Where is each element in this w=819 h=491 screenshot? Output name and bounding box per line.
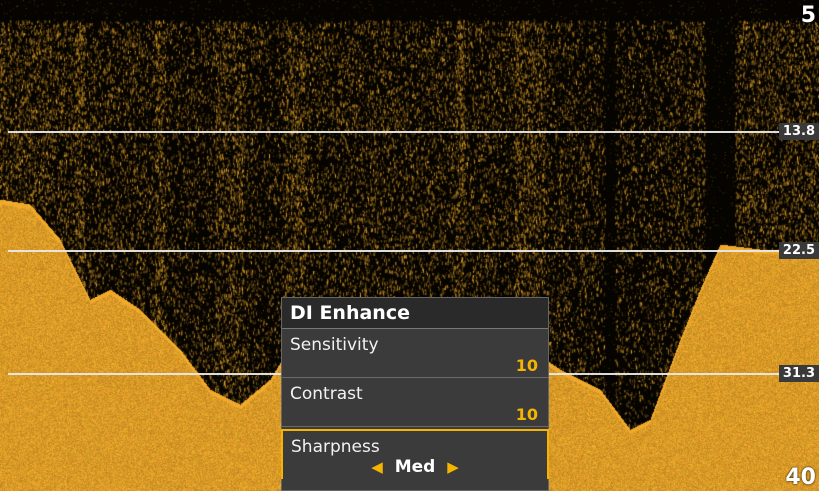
depth-range-bottom: 40 (785, 465, 816, 490)
sonar-display: 5 13.8 22.5 31.3 40 DI Enhance Sensitivi… (0, 0, 819, 491)
depth-gridline (8, 131, 783, 133)
depth-label: 22.5 (778, 242, 819, 259)
menu-item-sharpness[interactable]: Sharpness ◀ Med ▶ (281, 429, 549, 479)
left-arrow-icon[interactable]: ◀ (371, 458, 383, 476)
depth-label: 13.8 (778, 123, 819, 140)
menu-item-contrast[interactable]: Contrast 10 (282, 378, 548, 427)
menu-item-sensitivity[interactable]: Sensitivity 10 (282, 329, 548, 378)
depth-label: 31.3 (778, 365, 819, 382)
selector-value: Med (394, 457, 436, 477)
depth-range-top: 5 (800, 3, 816, 28)
menu-item-label: Sensitivity (290, 335, 379, 355)
menu-item-label: Contrast (290, 384, 363, 404)
menu-item-label: Sharpness (291, 437, 380, 457)
depth-gridline (8, 250, 783, 252)
menu-item-value: 10 (515, 356, 538, 375)
sharpness-selector[interactable]: ◀ Med ▶ (283, 457, 547, 477)
di-enhance-menu: DI Enhance Sensitivity 10 Contrast 10 Sh… (281, 297, 549, 491)
menu-item-value: 10 (515, 405, 538, 424)
menu-title: DI Enhance (282, 298, 548, 329)
right-arrow-icon[interactable]: ▶ (447, 458, 459, 476)
